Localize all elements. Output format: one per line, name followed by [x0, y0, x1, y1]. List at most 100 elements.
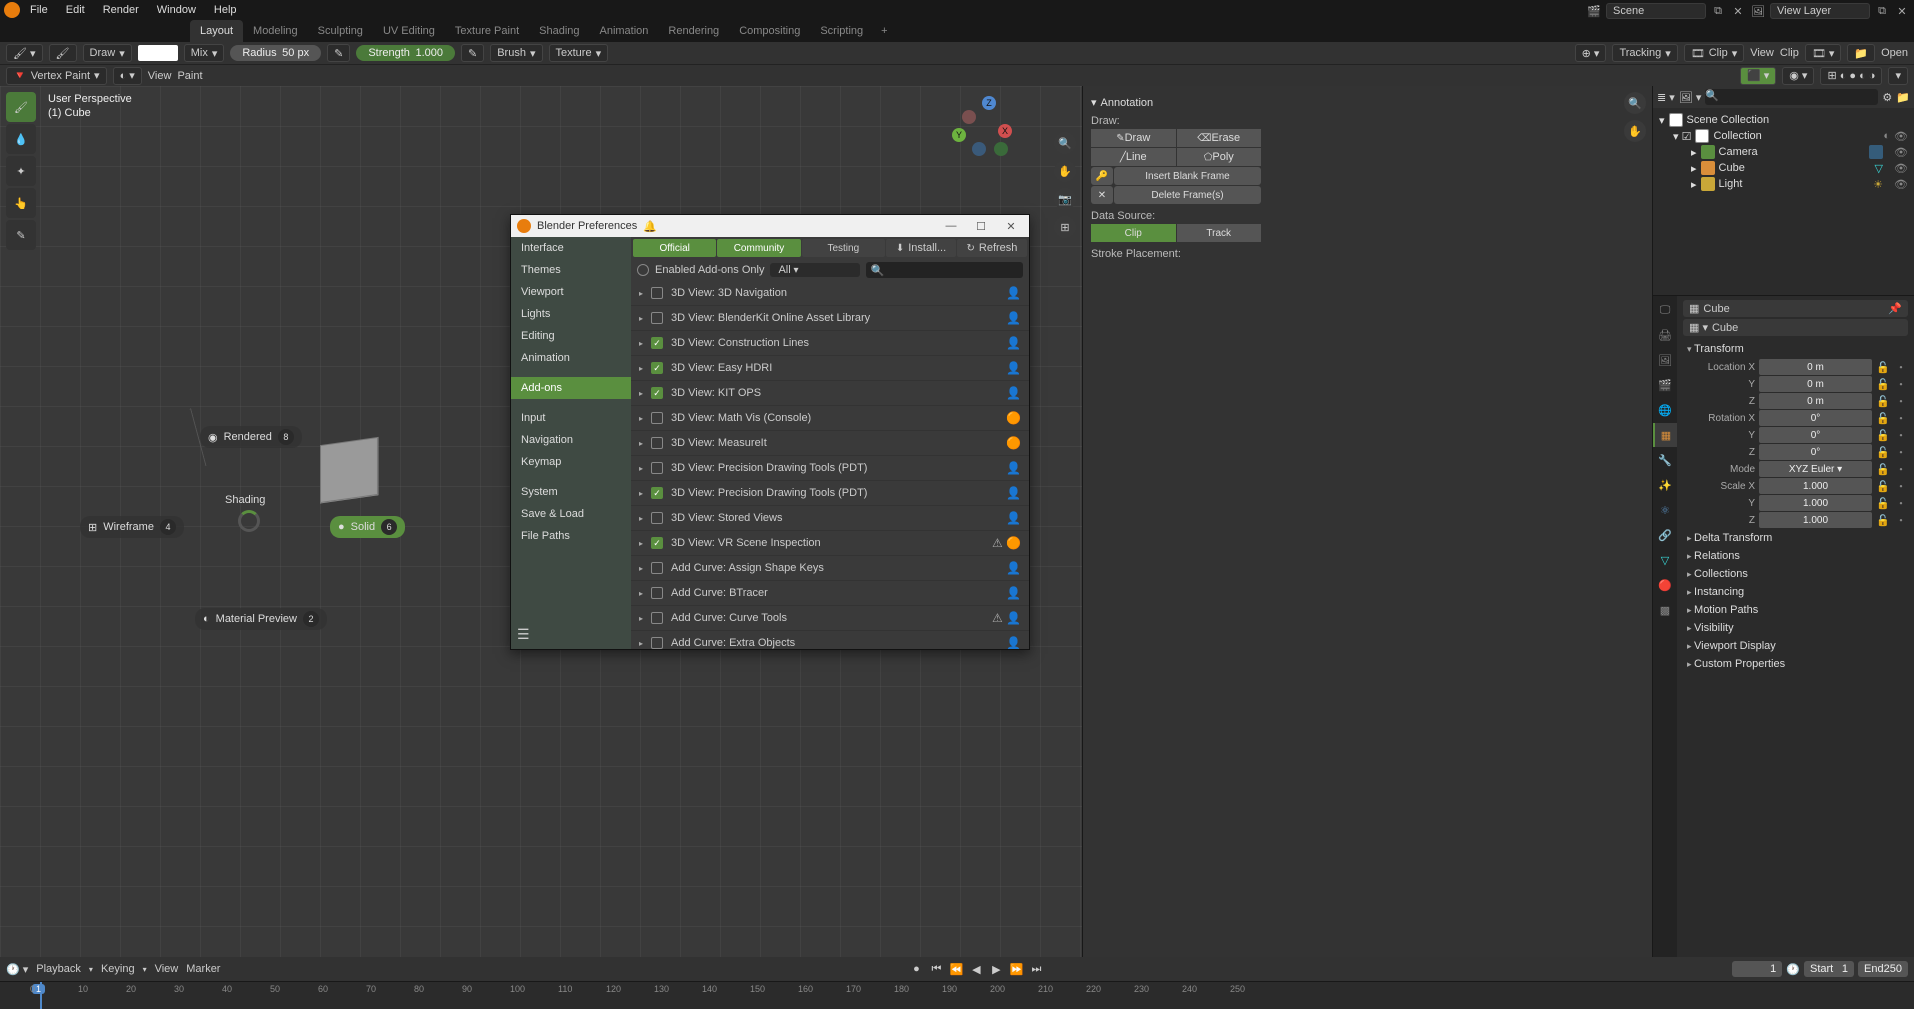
annotate-line-button[interactable]: ╱ Line: [1091, 148, 1176, 166]
playback-menu[interactable]: Playback: [36, 963, 81, 975]
add-workspace-button[interactable]: +: [873, 25, 895, 37]
prefs-cat-file-paths[interactable]: File Paths: [511, 525, 631, 547]
anim-icon[interactable]: ・: [1894, 377, 1908, 391]
expand-icon[interactable]: ▸: [639, 539, 643, 548]
keyframe-prev-icon[interactable]: ⏪: [947, 961, 965, 977]
clip-clip-menu[interactable]: Clip: [1780, 47, 1799, 59]
addon-enable-checkbox[interactable]: [651, 412, 663, 424]
scl-z-field[interactable]: 1.000: [1759, 512, 1872, 528]
outliner-item-camera[interactable]: ▸ Camera 👁: [1659, 144, 1908, 160]
keyframe-icon[interactable]: 🔑: [1091, 167, 1113, 185]
axis-y-icon[interactable]: Y: [952, 128, 966, 142]
support-official-button[interactable]: Official: [633, 239, 716, 257]
viewlayer-delete-icon[interactable]: ✕: [1894, 3, 1910, 19]
radius-field[interactable]: Radius 50 px: [230, 45, 321, 61]
panel-viewport-display[interactable]: Viewport Display: [1683, 637, 1908, 655]
expand-icon[interactable]: ▸: [639, 339, 643, 348]
addon-row[interactable]: ▸3D View: 3D Navigation👤: [631, 281, 1029, 306]
lock-icon[interactable]: 🔓: [1876, 445, 1890, 459]
pie-rendered[interactable]: ◉ Rendered 8: [200, 426, 302, 448]
props-datablock[interactable]: ▦ ▾ Cube: [1683, 319, 1908, 336]
tab-layout[interactable]: Layout: [190, 20, 243, 42]
rot-y-field[interactable]: 0°: [1759, 427, 1872, 443]
mode-dropdown[interactable]: 🖌 ▾: [6, 44, 43, 62]
delete-keyframe-icon[interactable]: ✕: [1091, 186, 1113, 204]
expand-icon[interactable]: ▸: [639, 489, 643, 498]
addon-row[interactable]: ▸3D View: Precision Drawing Tools (PDT)👤: [631, 481, 1029, 506]
annotate-draw-button[interactable]: ✎ Draw: [1091, 129, 1176, 147]
prefs-cat-editing[interactable]: Editing: [511, 325, 631, 347]
radius-pressure-icon[interactable]: ✎: [327, 44, 350, 62]
outliner-filter-icon[interactable]: ⚙: [1882, 91, 1892, 104]
addon-enable-checkbox[interactable]: [651, 612, 663, 624]
props-breadcrumb[interactable]: ▦ Cube📌: [1683, 300, 1908, 317]
overlay-toggle[interactable]: ◉ ▾: [1782, 67, 1814, 85]
preview-range-icon[interactable]: 🕐: [1786, 963, 1800, 976]
zoom-icon-r[interactable]: 🔍: [1624, 92, 1646, 114]
annotation-panel-title[interactable]: ▾ Annotation: [1091, 96, 1261, 109]
axis-z-icon[interactable]: Z: [982, 96, 996, 110]
preferences-titlebar[interactable]: Blender Preferences 🔔 — ☐ ✕: [511, 215, 1029, 237]
ptab-particles[interactable]: ✨: [1653, 473, 1677, 497]
vis-eye[interactable]: 👁: [1894, 162, 1908, 175]
addon-enable-checkbox[interactable]: [651, 587, 663, 599]
ptab-object[interactable]: ▦: [1653, 423, 1677, 447]
panel-relations[interactable]: Relations: [1683, 547, 1908, 565]
overlay-dropdown[interactable]: ⬛ ▾: [1740, 67, 1776, 85]
tab-scripting[interactable]: Scripting: [810, 20, 873, 42]
addon-row[interactable]: ▸3D View: VR Scene Inspection⚠ 🟠: [631, 531, 1029, 556]
data-source-clip-button[interactable]: Clip: [1091, 224, 1176, 242]
prefs-cat-navigation[interactable]: Navigation: [511, 429, 631, 451]
strength-pressure-icon[interactable]: ✎: [461, 44, 484, 62]
addon-row[interactable]: ▸3D View: Math Vis (Console)🟠: [631, 406, 1029, 431]
lock-icon[interactable]: 🔓: [1876, 377, 1890, 391]
install-addon-button[interactable]: ⬇ Install...: [886, 239, 956, 257]
strength-field[interactable]: Strength 1.000: [356, 45, 455, 61]
expand-icon[interactable]: ▸: [639, 414, 643, 423]
keyframe-next-icon[interactable]: ⏩: [1007, 961, 1025, 977]
tab-rendering[interactable]: Rendering: [658, 20, 729, 42]
camera-icon[interactable]: 📷: [1054, 188, 1076, 210]
timeline-view-menu[interactable]: View: [155, 963, 179, 975]
brush-menu[interactable]: Brush ▾: [490, 44, 542, 62]
outliner-collection[interactable]: ▾ ☑ Collection◐👁: [1659, 128, 1908, 144]
outliner-search-input[interactable]: 🔍: [1705, 89, 1878, 105]
axis-gizmo[interactable]: X Y Z: [952, 96, 1012, 156]
menu-render[interactable]: Render: [95, 2, 147, 18]
play-icon[interactable]: ▶: [987, 961, 1005, 977]
cube-object[interactable]: [320, 437, 378, 503]
rot-z-field[interactable]: 0°: [1759, 444, 1872, 460]
tab-sculpting[interactable]: Sculpting: [308, 20, 373, 42]
tab-uv-editing[interactable]: UV Editing: [373, 20, 445, 42]
addon-enable-checkbox[interactable]: [651, 562, 663, 574]
pie-solid[interactable]: ● Solid 6: [330, 516, 405, 538]
addon-row[interactable]: ▸3D View: BlenderKit Online Asset Librar…: [631, 306, 1029, 331]
vis-eye[interactable]: 👁: [1894, 146, 1908, 159]
zoom-icon[interactable]: 🔍: [1054, 132, 1076, 154]
expand-icon[interactable]: ▸: [639, 639, 643, 648]
loc-z-field[interactable]: 0 m: [1759, 393, 1872, 409]
color-swatch[interactable]: [138, 45, 178, 61]
lock-icon[interactable]: 🔓: [1876, 360, 1890, 374]
ptab-constraints[interactable]: 🔗: [1653, 523, 1677, 547]
close-button[interactable]: ✕: [999, 220, 1023, 233]
pan-icon-r[interactable]: ✋: [1624, 120, 1646, 142]
ptab-world[interactable]: 🌐: [1653, 398, 1677, 422]
anim-icon[interactable]: ・: [1894, 445, 1908, 459]
tab-modeling[interactable]: Modeling: [243, 20, 308, 42]
start-frame-field[interactable]: Start1: [1804, 961, 1854, 977]
gizmo-group[interactable]: ⊞ ◐ ● ◐ ◑: [1820, 67, 1882, 85]
viewlayer-new-icon[interactable]: ⧉: [1874, 3, 1890, 19]
tracking-dropdown[interactable]: Tracking ▾: [1612, 44, 1677, 62]
exclude-icon[interactable]: ◐: [1883, 130, 1890, 142]
expand-icon[interactable]: ▸: [639, 314, 643, 323]
addon-enable-checkbox[interactable]: [651, 537, 663, 549]
vertexpaint-mode-dropdown[interactable]: 🔻 Vertex Paint ▾: [6, 67, 107, 85]
prefs-cat-save-load[interactable]: Save & Load: [511, 503, 631, 525]
panel-visibility[interactable]: Visibility: [1683, 619, 1908, 637]
minimize-button[interactable]: —: [939, 220, 963, 232]
scl-x-field[interactable]: 1.000: [1759, 478, 1872, 494]
prefs-cat-viewport[interactable]: Viewport: [511, 281, 631, 303]
brush-dropdown[interactable]: Draw ▾: [83, 44, 132, 62]
pie-wireframe[interactable]: ⊞ Wireframe 4: [80, 516, 184, 538]
